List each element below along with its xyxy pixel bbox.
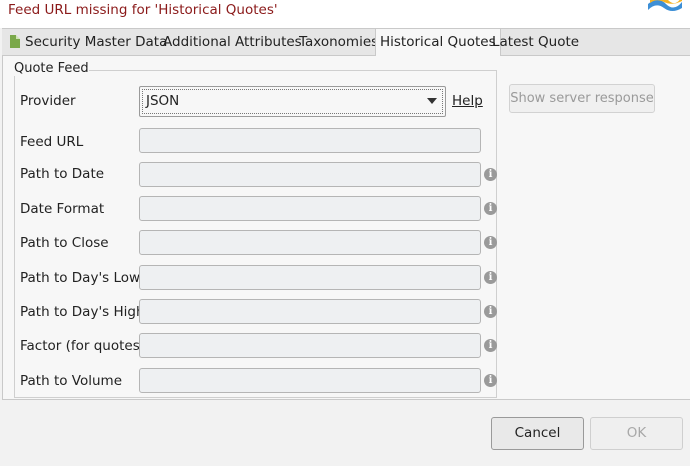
info-icon[interactable]: i (484, 271, 497, 284)
feed-url-label: Feed URL (20, 134, 84, 150)
feed-url-input[interactable] (139, 128, 481, 153)
info-icon[interactable]: i (484, 168, 497, 181)
cancel-button[interactable]: Cancel (491, 417, 584, 450)
path-to-days-high-label: Path to Day's High (20, 304, 145, 320)
app-logo-icon (648, 0, 682, 11)
factor-for-quotes-label: Factor (for quotes) (20, 338, 146, 354)
provider-select[interactable]: JSON (139, 86, 446, 117)
info-icon[interactable]: i (484, 374, 497, 387)
path-to-days-low-label: Path to Day's Low (20, 270, 141, 286)
tab-additional-attributes[interactable]: Additional Attributes (159, 29, 306, 56)
tab-taxonomies[interactable]: Taxonomies (295, 29, 382, 56)
tab-bar: Security Master Data Additional Attribut… (2, 28, 690, 57)
provider-label: Provider (20, 93, 76, 109)
quote-feed-title: Quote Feed (14, 61, 89, 76)
chevron-down-icon (427, 98, 437, 104)
message-bar: Feed URL missing for 'Historical Quotes' (0, 0, 690, 28)
info-icon[interactable]: i (484, 236, 497, 249)
path-to-volume-label: Path to Volume (20, 373, 123, 389)
path-to-days-high-input[interactable] (139, 299, 481, 324)
path-to-close-label: Path to Close (20, 235, 109, 251)
path-to-close-input[interactable] (139, 230, 481, 255)
info-icon[interactable]: i (484, 202, 497, 215)
help-link[interactable]: Help (452, 93, 483, 109)
tab-historical-quotes[interactable]: Historical Quotes (375, 29, 501, 57)
factor-for-quotes-input[interactable] (139, 333, 481, 358)
tab-security-master-data[interactable]: Security Master Data (6, 29, 171, 56)
path-to-volume-input[interactable] (139, 368, 481, 393)
provider-value: JSON (146, 93, 180, 109)
path-to-date-input[interactable] (139, 162, 481, 187)
date-format-input[interactable] (139, 196, 481, 221)
date-format-label: Date Format (20, 201, 105, 217)
path-to-days-low-input[interactable] (139, 265, 481, 290)
ok-button[interactable]: OK (590, 417, 683, 450)
info-icon[interactable]: i (484, 339, 497, 352)
info-icon[interactable]: i (484, 305, 497, 318)
show-server-response-button[interactable]: Show server response (509, 84, 655, 113)
error-message: Feed URL missing for 'Historical Quotes' (8, 2, 278, 18)
document-icon (10, 35, 20, 48)
tab-latest-quote[interactable]: Latest Quote (488, 29, 583, 56)
path-to-date-label: Path to Date (20, 166, 105, 182)
